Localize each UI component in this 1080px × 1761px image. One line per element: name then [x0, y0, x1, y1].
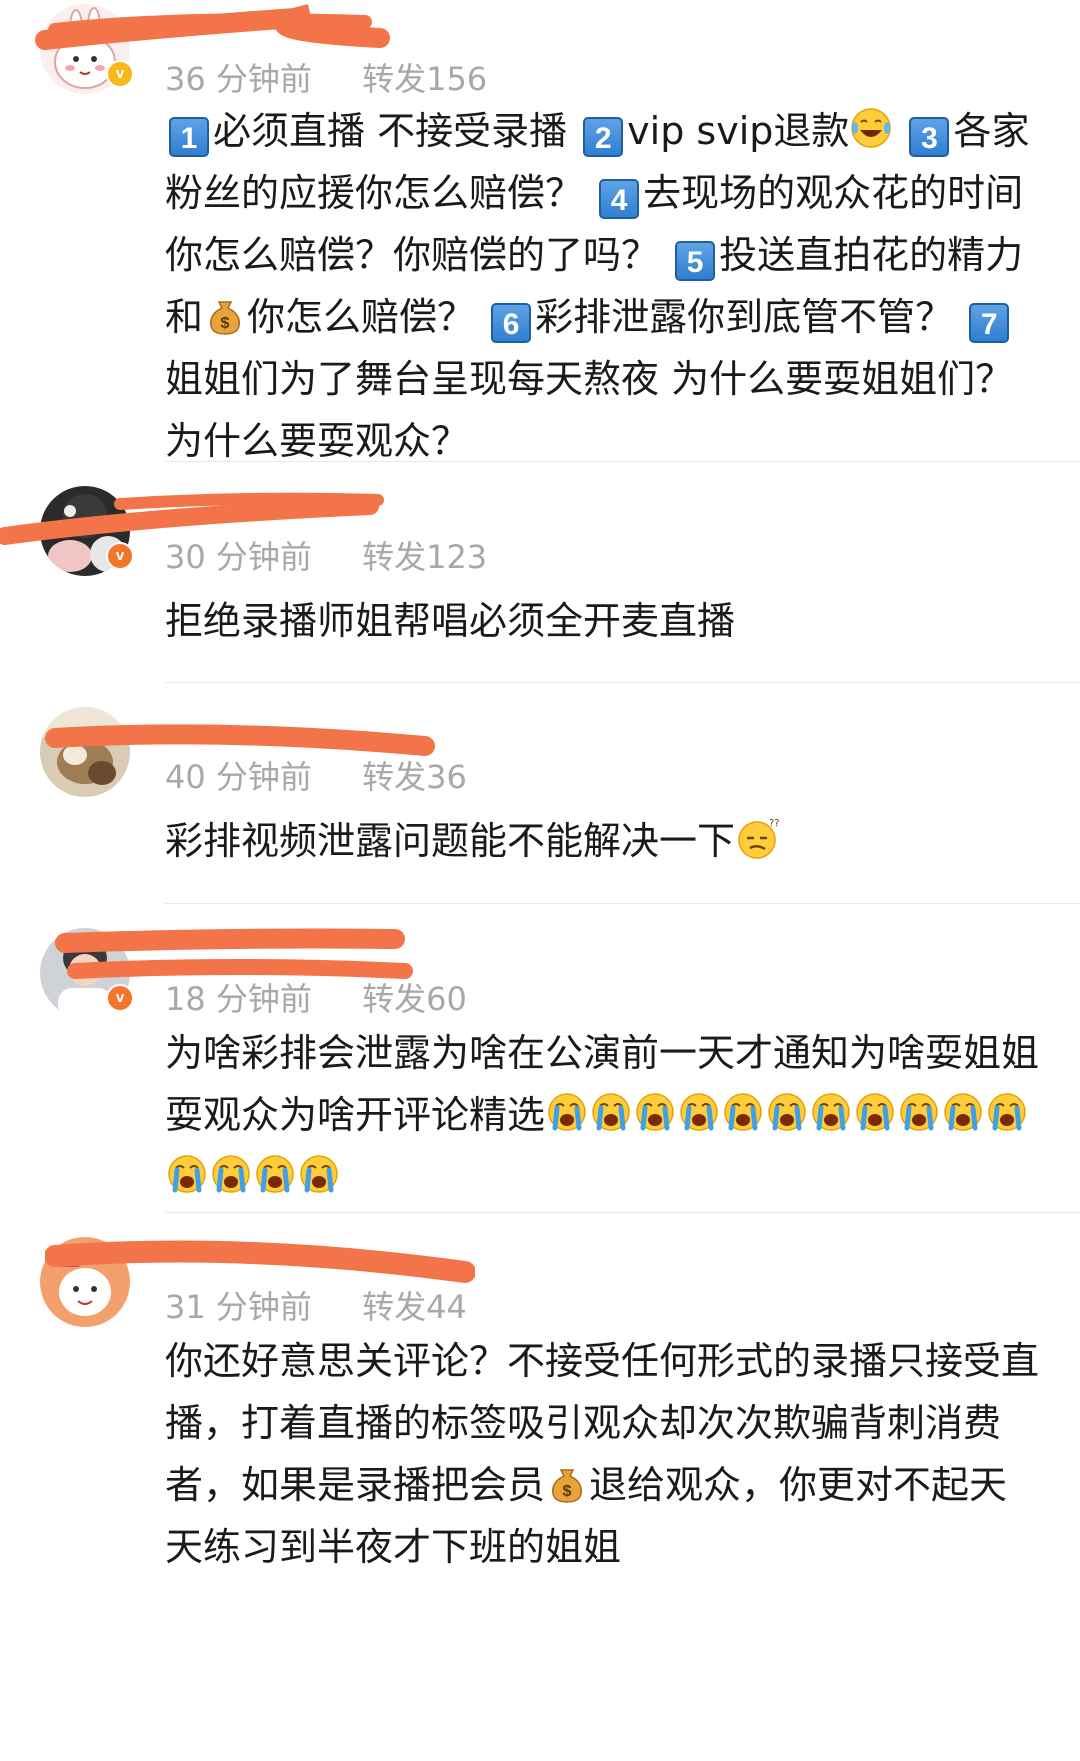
- crying-emoji-icon: [765, 1090, 809, 1134]
- money-bag-emoji-icon: $: [203, 292, 247, 336]
- crying-emoji-icon: [209, 1152, 253, 1196]
- repost-count[interactable]: 转发36: [362, 758, 467, 796]
- repost-count[interactable]: 转发156: [362, 60, 487, 98]
- repost-count[interactable]: 转发60: [362, 980, 467, 1018]
- crying-emoji-icon: [633, 1090, 677, 1134]
- crying-emoji-icon: [853, 1090, 897, 1134]
- keycap-number-icon: 5: [675, 241, 716, 281]
- comment-text-run: 姐姐们为了舞台呈现每天熬夜 为什么要耍姐姐们？为什么要耍观众？: [165, 357, 1014, 463]
- comment-text: 1 必须直播 不接受录播 2 vip svip退款 3 各家粉丝的应援你怎么赔偿？ 4…: [165, 100, 1045, 472]
- laugh-cry-emoji-icon: [849, 106, 893, 150]
- comment-text-run: vip svip退款: [627, 109, 850, 153]
- repost-count[interactable]: 转发123: [362, 538, 487, 576]
- comment-text: 你还好意思关评论？不接受任何形式的录播只接受直播，打着直播的标签吸引观众却次次欺…: [165, 1330, 1045, 1578]
- comment-text-run: [893, 109, 905, 153]
- comment-meta: 18 分钟前 转发60: [165, 974, 467, 1020]
- divider: [165, 461, 1080, 462]
- divider: [165, 1212, 1080, 1213]
- comment-text-run: 彩排视频泄露问题能不能解决一下: [165, 819, 736, 863]
- timestamp: 40 分钟前: [165, 758, 312, 796]
- crying-emoji-icon: [165, 1152, 209, 1196]
- comment-text-run: 彩排泄露你到底管不管？: [535, 295, 966, 339]
- timestamp: 18 分钟前: [165, 980, 312, 1018]
- repost-count[interactable]: 转发44: [362, 1288, 467, 1326]
- timestamp: 31 分钟前: [165, 1288, 312, 1326]
- comment-text: 拒绝录播师姐帮唱必须全开麦直播: [165, 590, 1045, 652]
- crying-emoji-icon: [297, 1152, 341, 1196]
- comment-meta: 30 分钟前 转发123: [165, 532, 487, 578]
- svg-text:$: $: [221, 315, 230, 332]
- timestamp: 36 分钟前: [165, 60, 312, 98]
- comment-text-run: 拒绝录播师姐帮唱必须全开麦直播: [165, 599, 736, 643]
- crying-emoji-icon: [809, 1090, 853, 1134]
- crying-emoji-icon: [545, 1090, 589, 1134]
- keycap-number-icon: 2: [583, 117, 624, 157]
- comment-text: 彩排视频泄露问题能不能解决一下???: [165, 810, 1045, 872]
- verified-badge-icon: v: [106, 542, 134, 570]
- crying-emoji-icon: [677, 1090, 721, 1134]
- crying-emoji-icon: [941, 1090, 985, 1134]
- keycap-number-icon: 6: [491, 303, 532, 343]
- divider: [165, 682, 1080, 683]
- money-bag-emoji-icon: $: [545, 1460, 589, 1504]
- crying-emoji-icon: [589, 1090, 633, 1134]
- divider: [165, 903, 1080, 904]
- crying-emoji-icon: [897, 1090, 941, 1134]
- comment-text-run: 你怎么赔偿？: [247, 295, 488, 339]
- timestamp: 30 分钟前: [165, 538, 312, 576]
- comment-meta: 40 分钟前 转发36: [165, 752, 467, 798]
- comment-text: 为啥彩排会泄露为啥在公演前一天才通知为啥耍姐姐耍观众为啥开评论精选: [165, 1022, 1045, 1208]
- svg-text:???: ???: [769, 818, 779, 829]
- comment-text-run: 必须直播 不接受录播: [213, 109, 580, 153]
- confused-emoji-icon: ???: [735, 816, 785, 860]
- comment-meta: 36 分钟前 转发156: [165, 54, 487, 100]
- verified-badge-icon: v: [106, 60, 134, 88]
- redacted-username: [35, 0, 395, 55]
- crying-emoji-icon: [985, 1090, 1029, 1134]
- keycap-number-icon: 7: [969, 303, 1010, 343]
- svg-text:$: $: [563, 1483, 572, 1500]
- keycap-number-icon: 4: [599, 179, 640, 219]
- keycap-number-icon: 1: [169, 117, 209, 157]
- crying-emoji-icon: [721, 1090, 765, 1134]
- crying-emoji-icon: [253, 1152, 297, 1196]
- keycap-number-icon: 3: [909, 117, 950, 157]
- comment-meta: 31 分钟前 转发44: [165, 1282, 467, 1328]
